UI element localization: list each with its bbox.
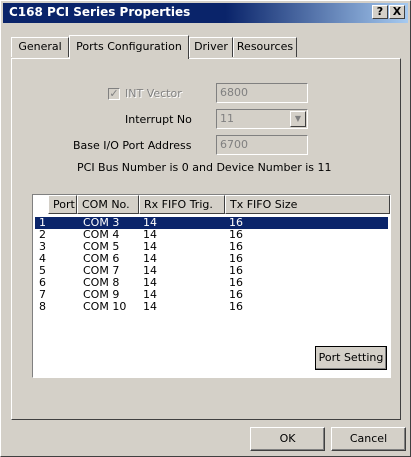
column-header-rx-fifo[interactable]: Rx FIFO Trig. <box>139 195 225 214</box>
chevron-down-icon[interactable]: ▼ <box>290 111 306 127</box>
window-title: C168 PCI Series Properties <box>9 5 191 19</box>
column-header-com-no[interactable]: COM No. <box>77 195 139 214</box>
cell-port: 8 <box>39 300 46 313</box>
ok-button[interactable]: OK <box>250 427 325 451</box>
interrupt-no-value: 11 <box>220 112 234 125</box>
bus-info-text: PCI Bus Number is 0 and Device Number is… <box>77 161 332 174</box>
port-setting-button[interactable]: Port Setting <box>315 346 387 370</box>
base-io-field[interactable]: 6700 <box>216 135 308 155</box>
int-vector-label: INT Vector <box>125 87 182 100</box>
int-vector-field[interactable]: 6800 <box>216 83 308 103</box>
column-header-tx-fifo[interactable]: Tx FIFO Size <box>225 195 390 214</box>
tab-resources[interactable]: Resources <box>233 37 297 57</box>
int-vector-checkbox[interactable]: ✓ <box>108 88 120 100</box>
help-button[interactable]: ? <box>372 5 388 19</box>
cancel-button[interactable]: Cancel <box>331 427 406 451</box>
properties-dialog: C168 PCI Series Properties ? X General P… <box>0 0 411 457</box>
table-row[interactable]: 8 COM 10 14 16 <box>35 301 388 313</box>
title-bar[interactable]: C168 PCI Series Properties ? X <box>3 3 408 23</box>
tab-ports-configuration[interactable]: Ports Configuration <box>69 35 189 59</box>
close-button[interactable]: X <box>389 5 405 19</box>
interrupt-no-select[interactable]: 11 ▼ <box>216 109 308 129</box>
cell-tx-fifo: 16 <box>229 300 243 313</box>
interrupt-no-label: Interrupt No <box>125 113 192 126</box>
column-header-port[interactable]: Port <box>48 195 77 214</box>
tab-driver[interactable]: Driver <box>189 37 233 57</box>
tab-general[interactable]: General <box>11 37 69 57</box>
cell-com-no: COM 10 <box>83 300 127 313</box>
base-io-label: Base I/O Port Address <box>73 139 192 152</box>
cell-rx-fifo: 14 <box>143 300 157 313</box>
ports-list-header: Port COM No. Rx FIFO Trig. Tx FIFO Size <box>33 195 390 214</box>
